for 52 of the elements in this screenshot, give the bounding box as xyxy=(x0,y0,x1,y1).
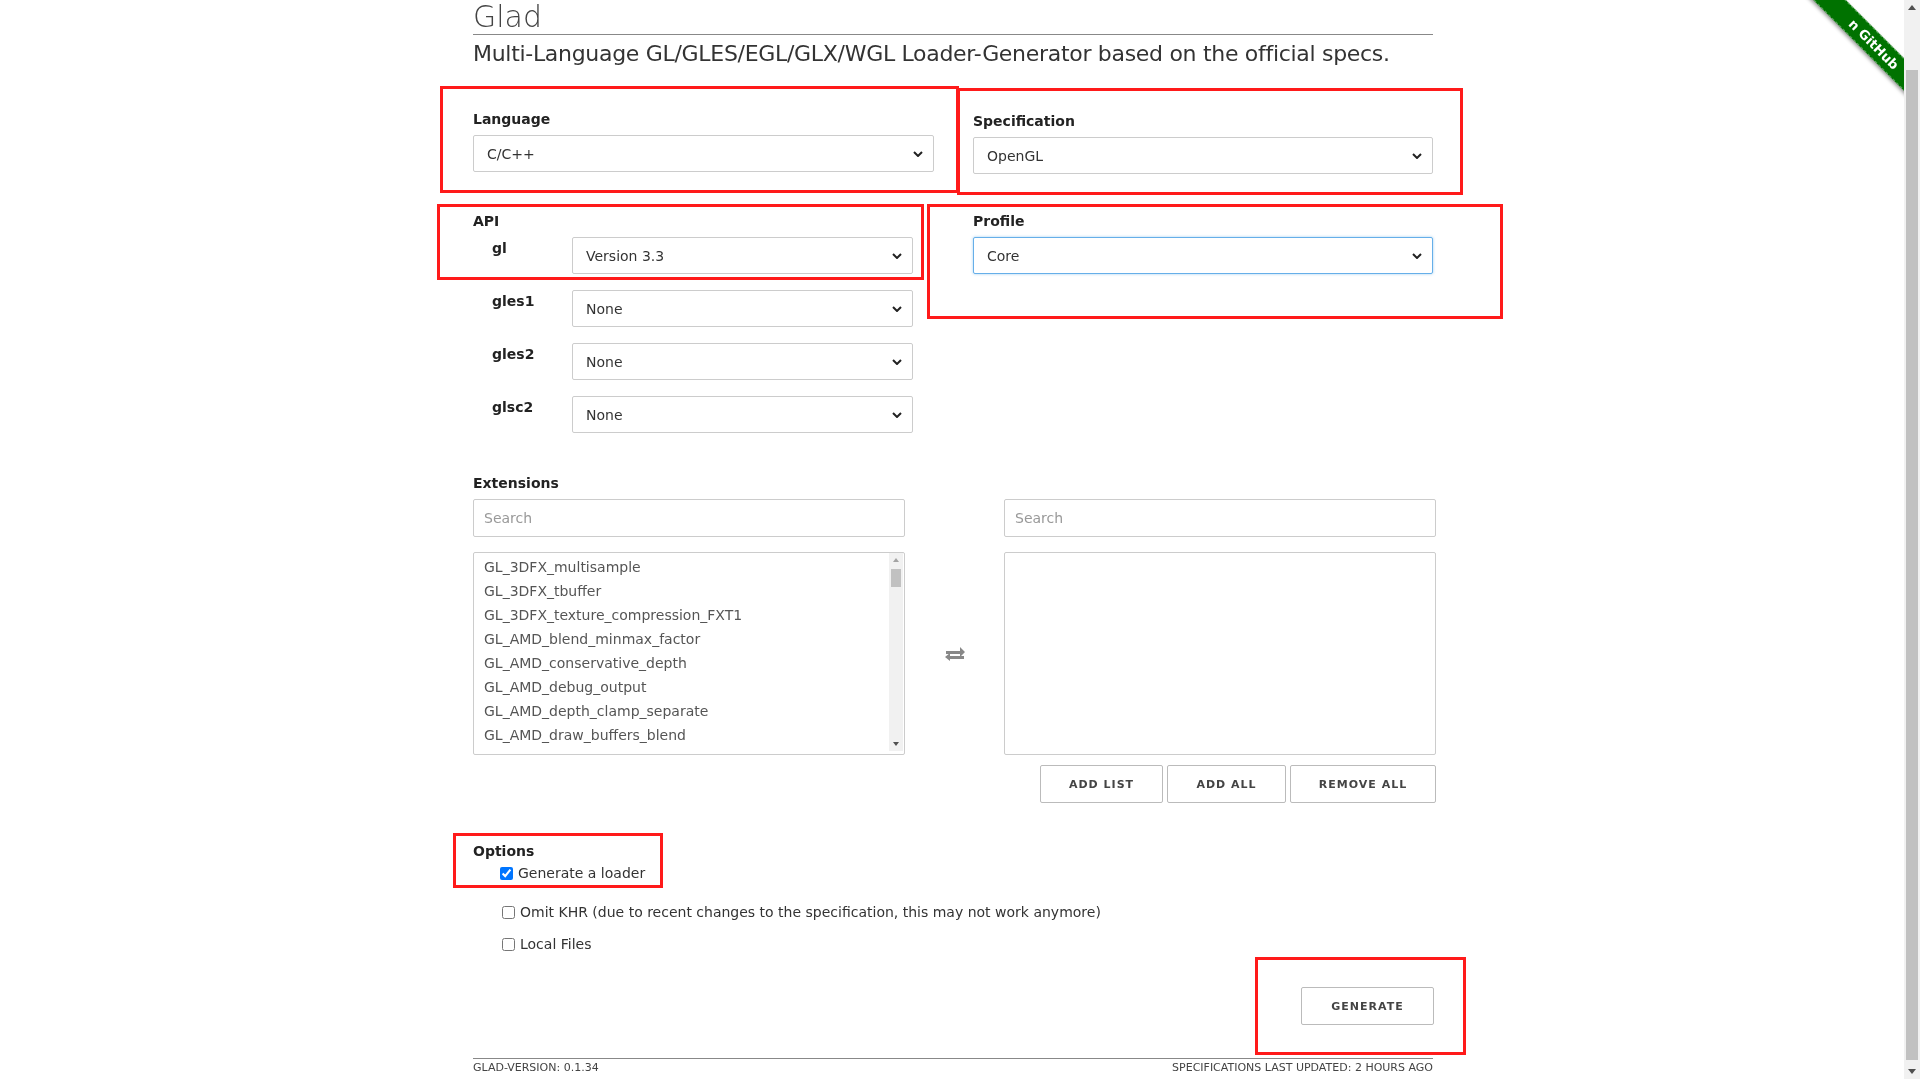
extension-list[interactable]: GL_3DFX_multisample GL_3DFX_tbuffer GL_3DFX_texture_compression_FXT1 GL_AMD_blend_minmax_factor GL_AMD_conservative_depth GL_AMD_debug_output GL_AMD_depth_clamp_separate GL_AMD_draw_buffers_blend xyxy=(473,552,905,755)
page-title: Glad xyxy=(473,0,1433,35)
field-label: API xyxy=(473,213,501,229)
page-scrollbar[interactable] xyxy=(1904,0,1920,1079)
option-label: Local Files xyxy=(520,936,592,952)
extension-item[interactable]: GL_3DFX_texture_compression_FXT1 xyxy=(484,603,743,627)
field-label: Specification xyxy=(973,113,1076,129)
extension-item[interactable]: GL_AMD_depth_clamp_separate xyxy=(484,699,709,723)
version-select[interactable]: None xyxy=(572,290,913,327)
api-label: glsc2 xyxy=(491,398,535,415)
caret-icon xyxy=(913,150,923,157)
updated-text: SPECIFICATIONS LAST UPDATED: 2 HOURS AGO xyxy=(1172,1061,1433,1074)
extension-button[interactable]: ADD ALL xyxy=(1167,765,1286,803)
caret-icon xyxy=(892,411,902,418)
generate-button[interactable]: GENERATE xyxy=(1301,987,1434,1025)
field-label: Language xyxy=(473,111,552,127)
caret-icon xyxy=(892,358,902,365)
caret-icon xyxy=(1412,252,1422,259)
extension-button[interactable]: ADD LIST xyxy=(1040,765,1163,803)
caret-icon xyxy=(1412,152,1422,159)
extension-item[interactable]: GL_AMD_debug_output xyxy=(484,675,647,699)
extension-button[interactable]: REMOVE ALL xyxy=(1290,765,1436,803)
api-label: gles1 xyxy=(491,292,536,309)
caret-icon xyxy=(892,305,902,312)
search-field[interactable]: Search xyxy=(1004,499,1436,537)
version-select[interactable]: None xyxy=(572,343,913,380)
search-field[interactable]: Search xyxy=(473,499,905,537)
section-label: Extensions xyxy=(473,475,560,491)
page-subtitle: Multi-Language GL/GLES/EGL/GLX/WGL Loader-Generator based on the official specs. xyxy=(473,41,1391,66)
language-select[interactable]: C/C++ xyxy=(473,135,934,172)
extension-item[interactable]: GL_AMD_draw_buffers_blend xyxy=(484,723,686,747)
checkbox[interactable] xyxy=(500,866,513,880)
checkbox[interactable] xyxy=(502,905,515,919)
scrollbar[interactable] xyxy=(889,553,903,751)
section-label: Options xyxy=(473,843,536,859)
extension-item[interactable]: GL_3DFX_multisample xyxy=(484,555,641,579)
option-label: Omit KHR (due to recent changes to the specification, this may not work anymore) xyxy=(520,904,1101,920)
field-label: Profile xyxy=(973,213,1026,229)
version-select[interactable]: Version 3.3 xyxy=(572,237,913,274)
extension-item[interactable]: GL_AMD_conservative_depth xyxy=(484,651,687,675)
extension-item[interactable]: GL_3DFX_tbuffer xyxy=(484,579,602,603)
specification-select[interactable]: OpenGL xyxy=(973,137,1433,174)
api-label: gl xyxy=(491,239,508,256)
swap-arrows-icon[interactable] xyxy=(943,645,966,662)
caret-icon xyxy=(892,252,902,259)
version-text: GLAD-VERSION: 0.1.34 xyxy=(473,1061,599,1074)
option-label: Generate a loader xyxy=(518,865,646,881)
profile-select[interactable]: Core xyxy=(973,237,1433,274)
api-label: gles2 xyxy=(491,345,536,362)
extension-item[interactable]: GL_AMD_blend_minmax_factor xyxy=(484,627,701,651)
version-select[interactable]: None xyxy=(572,396,913,433)
checkbox[interactable] xyxy=(502,937,515,951)
